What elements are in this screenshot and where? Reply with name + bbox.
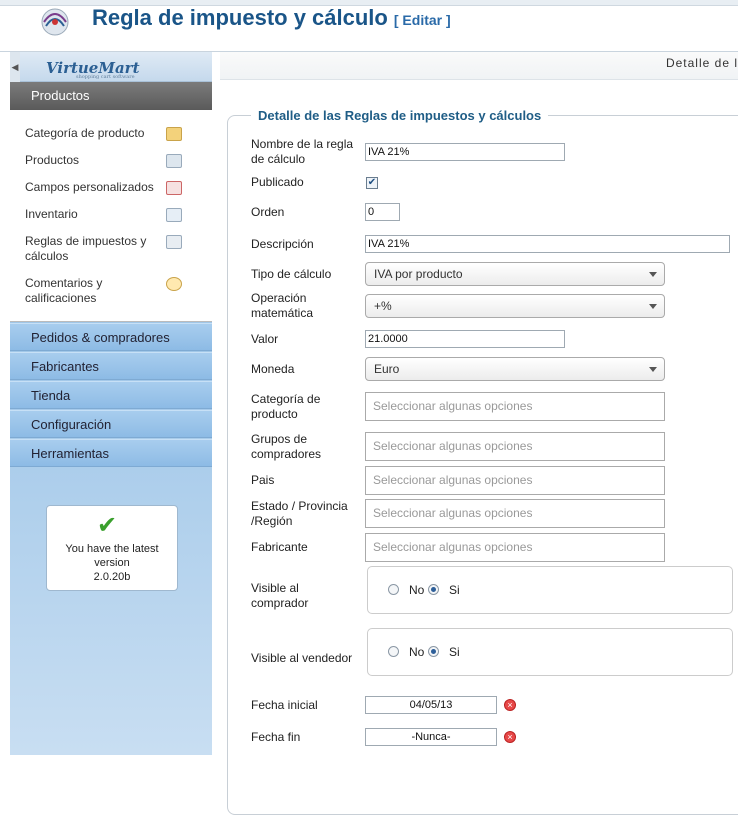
visible-comprador-no-label: No [409,583,425,597]
chevron-down-icon [649,304,657,309]
collapse-sidebar-icon[interactable]: ◀ [10,52,20,82]
fabricante-label: Fabricante [251,540,308,554]
pais-label: Pais [251,473,275,487]
chevron-down-icon [649,272,657,277]
visible-comprador-no-radio[interactable] [388,584,399,595]
sidebar-item-label: Comentarios y calificaciones [25,276,103,305]
sidebar-submenu: Categoría de producto Productos Campos p… [10,110,212,322]
nombre-input[interactable]: IVA 21% [365,143,565,161]
tipo-calculo-label: Tipo de cálculo [251,267,332,281]
clear-date-icon[interactable]: × [504,731,516,743]
sidebar-item-label: Productos [25,153,80,167]
custom-fields-icon [166,181,182,195]
operacion-select[interactable]: +% [365,294,665,318]
moneda-value: Euro [374,362,400,376]
visible-vendedor-si-label: Si [449,645,460,659]
operacion-value: +% [374,299,392,313]
valor-input[interactable]: 21.0000 [365,330,565,348]
virtuemart-brand[interactable]: VirtueMart shopping cart software [46,59,140,80]
sidebar-item-fabricantes[interactable]: Fabricantes [10,352,212,380]
version-message: You have the latest version [65,543,159,569]
detail-tab-bar: Detalle de l [220,52,738,80]
tipo-calculo-value: IVA por producto [374,267,463,281]
visible-vendedor-label: Visible al vendedor [251,651,353,665]
comment-bubble-icon [166,277,182,291]
fecha-inicial-input[interactable]: 04/05/13 [365,696,497,714]
estado-label: Estado / Provincia /Región [251,499,348,528]
tipo-calculo-select[interactable]: IVA por producto [365,262,665,286]
inventory-icon [166,208,182,222]
fabricante-multiselect[interactable]: Seleccionar algunas opciones [365,533,665,562]
estado-multiselect[interactable]: Seleccionar algunas opciones [365,499,665,528]
version-number: 2.0.20b [93,571,131,583]
sidebar-item-label: Inventario [25,207,78,221]
sidebar-item-herramientas[interactable]: Herramientas [10,439,212,467]
camera-icon [166,154,182,168]
valor-label: Valor [251,332,279,346]
sidebar-item-comentarios[interactable]: Comentarios y calificaciones [10,276,182,306]
sidebar: ◀ VirtueMart shopping cart software Produ… [10,52,212,755]
grupos-multiselect[interactable]: Seleccionar algunas opciones [365,432,665,461]
sidebar-item-label: Categoría de producto [25,126,145,140]
moneda-label: Moneda [251,362,295,376]
clear-date-icon[interactable]: × [504,699,516,711]
visible-comprador-si-radio[interactable] [428,584,439,595]
categoria-multiselect[interactable]: Seleccionar algunas opciones [365,392,665,421]
page-title: Regla de impuesto y cálculo [ Editar ] [92,5,451,31]
sidebar-item-pedidos[interactable]: Pedidos & compradores [10,323,212,351]
orden-input[interactable]: 0 [365,203,400,221]
publicado-checkbox[interactable]: ✔ [366,177,378,189]
sidebar-section-productos[interactable]: Productos [10,82,212,110]
publicado-label: Publicado [251,175,304,189]
checkmark-icon: ✔ [97,512,118,539]
virtuemart-logo-icon [41,8,69,36]
visible-comprador-si-label: Si [449,583,460,597]
sidebar-item-reglas-impuestos[interactable]: Reglas de impuestos y cálculos [10,234,182,264]
sidebar-item-productos[interactable]: Productos [10,153,212,168]
brand-tagline: shopping cart software [76,74,135,80]
main-content: Detalle de l Detalle de las Reglas de im… [220,52,738,815]
sidebar-item-configuracion[interactable]: Configuración [10,410,212,438]
sidebar-item-label: Campos personalizados [25,180,154,194]
visible-vendedor-si-radio[interactable] [428,646,439,657]
orden-label: Orden [251,205,285,219]
version-box: ✔ You have the latest version 2.0.20b [46,505,178,591]
folder-icon [166,127,182,141]
fieldset-legend: Detalle de las Reglas de impuestos y cál… [251,108,549,123]
fecha-fin-label: Fecha fin [251,730,301,744]
page-title-text: Regla de impuesto y cálculo [92,5,388,30]
edit-label: [ Editar ] [393,12,451,28]
moneda-select[interactable]: Euro [365,357,665,381]
sidebar-item-label: Reglas de impuestos y cálculos [25,234,147,263]
fecha-inicial-label: Fecha inicial [251,698,318,712]
visible-vendedor-radio-group: No Si [367,628,733,676]
sidebar-item-inventario[interactable]: Inventario [10,207,212,222]
sidebar-item-tienda[interactable]: Tienda [10,381,212,409]
visible-comprador-radio-group: No Si [367,566,733,614]
descripcion-input[interactable]: IVA 21% [365,235,730,253]
visible-vendedor-no-label: No [409,645,425,659]
tab-detalle[interactable]: Detalle de l [666,56,738,70]
operacion-label: Operación matemática [251,291,314,320]
descripcion-label: Descripción [251,237,314,251]
grupos-label: Grupos de compradores [251,432,322,461]
categoria-label: Categoría de producto [251,392,321,421]
nombre-label: Nombre de la regla de cálculo [251,137,354,166]
sidebar-item-categoria-producto[interactable]: Categoría de producto [10,126,212,141]
chevron-down-icon [649,367,657,372]
page-header: Regla de impuesto y cálculo [ Editar ] [0,0,738,52]
calculator-icon [166,235,182,249]
visible-vendedor-no-radio[interactable] [388,646,399,657]
sidebar-item-campos-personalizados[interactable]: Campos personalizados [10,180,212,195]
pais-multiselect[interactable]: Seleccionar algunas opciones [365,466,665,495]
visible-comprador-label: Visible al comprador [251,581,309,610]
fecha-fin-input[interactable]: -Nunca- [365,728,497,746]
sidebar-brand: ◀ VirtueMart shopping cart software [10,52,212,82]
